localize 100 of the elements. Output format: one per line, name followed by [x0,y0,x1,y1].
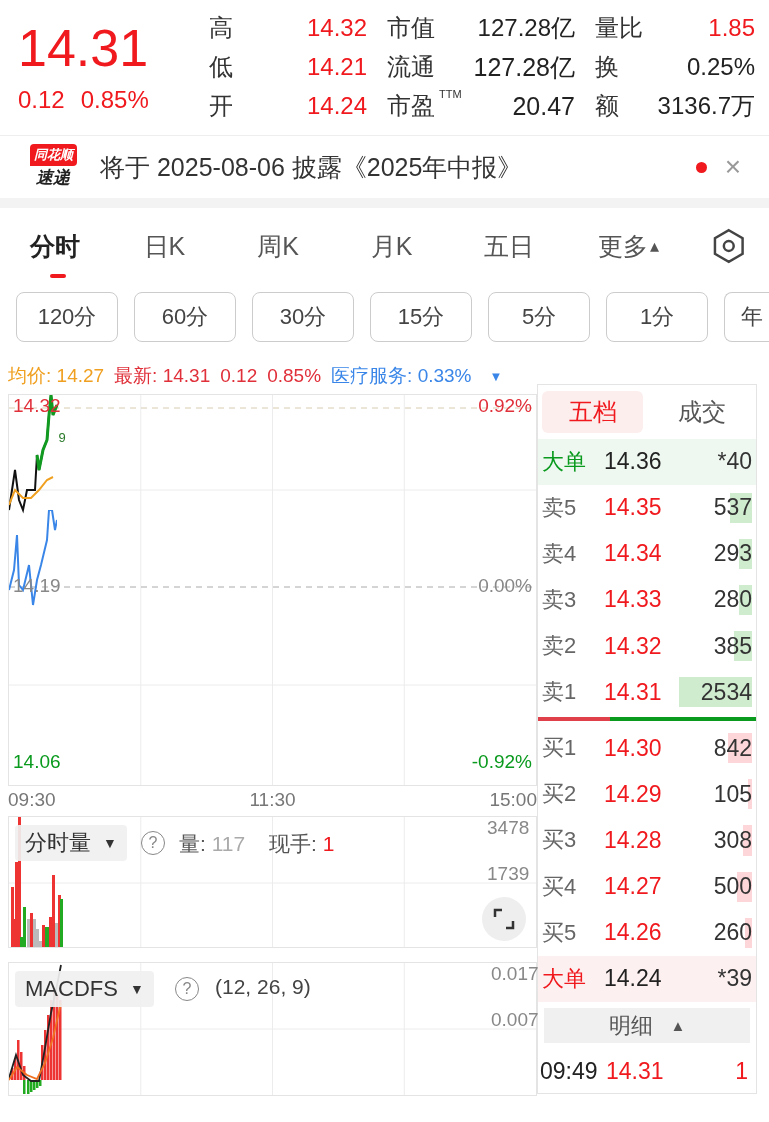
stat-value: 127.28亿 [476,12,575,43]
level-price: 14.33 [604,586,663,614]
stat-label: 市值 [386,12,436,43]
chart-tab[interactable]: 日K [143,208,258,284]
axis-label: 1739 [487,863,530,885]
trade-time: 09:49 [540,1057,599,1085]
stat-value: 0.25% [685,51,755,82]
period-button[interactable]: 60分 [134,292,236,342]
stat-label: 低 [209,51,234,82]
level-label: 卖2 [542,632,578,661]
level-label: 卖4 [542,539,578,568]
level-price: 14.24 [604,965,663,993]
latest-percent: 0.85% [267,365,322,387]
expand-button[interactable] [482,897,526,941]
settings-icon[interactable] [711,228,747,264]
level-label: 买1 [542,734,578,763]
stat-value: 1.85 [707,12,755,43]
level-price: 14.27 [604,873,663,901]
level-quantity: 260 [713,919,752,947]
detail-button[interactable]: 明细 ▲ [544,1007,750,1044]
level-quantity: 385 [713,632,752,660]
level-label: 买3 [542,826,578,855]
axis-label: 3478 [487,817,530,839]
stat-label: 高 [209,12,234,43]
hand-label: 现手: 1 [269,831,335,857]
stat-value: 14.24 [305,90,367,121]
level-quantity: 842 [713,734,752,762]
level-price: 14.32 [604,632,663,660]
level-quantity: 105 [713,780,752,808]
period-button[interactable]: 120分 [16,292,118,342]
level-quantity: 280 [713,586,752,614]
axis-label: 0.00% [478,575,532,597]
period-button[interactable]: 30分 [252,292,354,342]
sector-change[interactable]: 医疗服务: 0.33% [331,363,472,389]
average-price: 均价: 14.27 [8,364,105,388]
level-price: 14.34 [604,540,663,568]
level-quantity: *40 [717,448,752,476]
indicator-dropdown[interactable]: MACDFS ▼ [15,971,154,1007]
level-price: 14.36 [604,448,663,476]
stat-value: 14.32 [305,12,367,43]
chart-tab[interactable]: 周K [257,208,371,284]
latest-change: 0.12 [220,365,258,387]
level-label: 卖1 [542,678,578,707]
stat-value: 20.47 [511,90,575,122]
level-label: 卖3 [542,585,578,614]
stat-label: 市盈$^{TTM}$ [386,88,463,121]
stat-label: 额 [594,90,620,121]
stat-value: 3136.7万 [656,90,755,121]
chart-tab[interactable]: 分时 [30,208,144,284]
axis-label: 0.007 [491,1009,539,1031]
chart-tab[interactable]: 更多▴ [597,208,712,284]
stat-label: 换 [594,51,620,82]
expand-icon [493,908,515,930]
level-quantity: 537 [713,494,752,522]
level-price: 14.29 [604,780,663,808]
time-label: 09:30 [8,789,56,811]
level-label: 卖5 [542,493,578,522]
level-quantity: 2534 [700,678,752,706]
trade-quantity: 1 [735,1057,748,1085]
period-button[interactable]: 1分 [606,292,708,342]
book-tab[interactable]: 五档 [542,391,643,433]
volume-label: 量: 117 [179,831,246,857]
latest-price: 最新: 14.31 [114,364,211,388]
level-quantity: 308 [713,826,752,854]
price-change: 0.12 [18,86,65,114]
percent-change: 0.85% [80,86,149,114]
caret-icon[interactable]: ▼ [489,368,503,384]
time-label: 11:30 [249,789,296,811]
stat-value: 127.28亿 [472,51,575,83]
book-tab[interactable]: 成交 [651,391,752,433]
level-price: 14.30 [604,734,663,762]
period-button[interactable]: 15分 [370,292,472,342]
time-label: 15:00 [489,789,537,811]
macd-params: (12, 26, 9) [215,975,311,999]
period-button[interactable]: 年 [724,292,769,342]
level-label: 买5 [542,918,578,947]
level-quantity: 500 [713,873,752,901]
level-price: 14.35 [604,494,663,522]
chart-tab[interactable]: 五日 [484,208,598,284]
trade-count-label: 9 [57,429,67,447]
chart-tab[interactable]: 月K [370,208,485,284]
stat-value: 14.21 [305,51,367,82]
app-logo: 同花顺 速递 [24,144,82,190]
stat-label: 流通 [386,51,436,82]
level-quantity: *39 [717,965,752,993]
axis-label: -0.92% [471,751,532,773]
period-button[interactable]: 5分 [488,292,590,342]
last-price: 14.31 [18,18,150,79]
level-price: 14.31 [604,678,663,706]
axis-label: 0.92% [478,395,532,417]
level-price: 14.28 [604,826,663,854]
level-label: 大单 [542,447,587,476]
stat-label: 开 [209,90,234,121]
notice-text[interactable]: 将于 2025-08-06 披露《2025年中报》 [100,150,696,184]
level-price: 14.26 [604,919,663,947]
axis-label: 14.06 [13,751,61,773]
level-label: 大单 [542,964,587,993]
indicator-dropdown[interactable]: 分时量 ▼ [15,825,127,861]
axis-label: 0.017 [491,963,539,985]
level-quantity: 293 [713,540,752,568]
